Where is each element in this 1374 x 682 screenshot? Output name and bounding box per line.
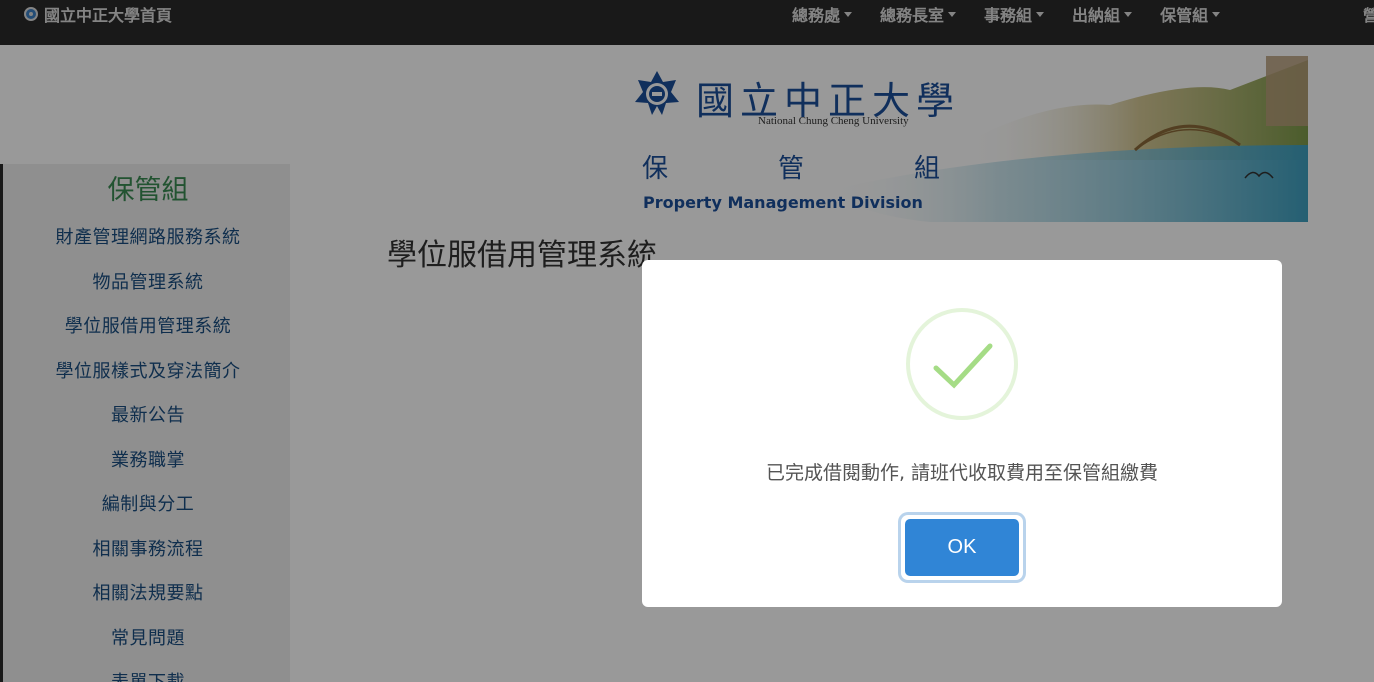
success-check-icon [906, 308, 1018, 420]
ok-button[interactable]: OK [901, 515, 1023, 580]
dialog-message: 已完成借閱動作, 請班代收取費用至保管組繳費 [765, 462, 1159, 484]
ok-button-label: OK [905, 519, 1019, 576]
success-dialog: 已完成借閱動作, 請班代收取費用至保管組繳費 OK [642, 260, 1282, 607]
